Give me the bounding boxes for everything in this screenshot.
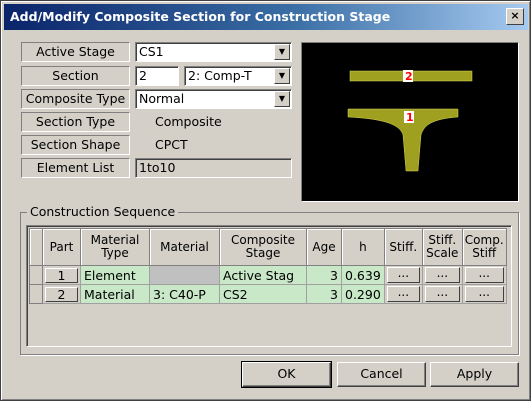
element-list-input[interactable]: 1to10 <box>135 158 292 178</box>
material-cell[interactable] <box>149 265 220 285</box>
column-header[interactable]: Stiff. Scale <box>421 228 463 266</box>
column-header[interactable]: Material <box>149 228 220 266</box>
column-header[interactable]: h <box>341 228 385 266</box>
chevron-down-icon[interactable]: ▼ <box>274 44 290 60</box>
material-type-cell[interactable]: Element <box>80 265 150 285</box>
element-list-label: Element List <box>21 158 130 178</box>
section-shape-drawing: 2 1 <box>347 70 473 172</box>
section-type-label: Section Type <box>21 112 130 132</box>
column-header[interactable]: Age <box>306 228 342 266</box>
ok-button[interactable]: OK <box>241 361 332 388</box>
section-dropdown[interactable]: 2: Comp-T ▼ <box>184 66 292 86</box>
composite-type-dropdown[interactable]: Normal ▼ <box>135 89 292 109</box>
chevron-down-icon[interactable]: ▼ <box>274 91 290 107</box>
girder-label: 1 <box>406 111 414 124</box>
table-row[interactable]: 1 Element Active Stag 3 0.639 ... ... ..… <box>29 265 507 285</box>
row-header-corner <box>29 228 43 266</box>
row-selector[interactable] <box>29 265 43 285</box>
part-number: 1 <box>45 267 78 283</box>
dialog-title: Add/Modify Composite Section for Constru… <box>10 9 391 24</box>
section-label: Section <box>21 66 130 86</box>
apply-button[interactable]: Apply <box>430 362 519 387</box>
h-cell[interactable]: 0.290 <box>341 284 385 304</box>
stiff-cell: ... <box>383 265 423 285</box>
part-cell[interactable]: 1 <box>42 265 81 285</box>
stiff-scale-cell: ... <box>421 284 463 304</box>
age-cell[interactable]: 3 <box>306 265 342 285</box>
active-stage-value: CS1 <box>139 44 164 59</box>
close-button[interactable]: × <box>506 8 524 25</box>
composite-stage-cell[interactable]: Active Stag <box>219 265 307 285</box>
title-bar[interactable]: Add/Modify Composite Section for Constru… <box>4 4 528 30</box>
h-cell[interactable]: 0.639 <box>341 265 385 285</box>
comp-stiff-cell: ... <box>461 265 507 285</box>
chevron-down-icon[interactable]: ▼ <box>274 68 290 84</box>
section-shape-label: Section Shape <box>21 135 130 155</box>
column-header[interactable]: Composite Stage <box>219 228 307 266</box>
table-header-row: Part Material Type Material Composite Stag… <box>29 228 507 266</box>
comp-stiff-cell: ... <box>461 284 507 304</box>
row-selector[interactable] <box>29 284 43 304</box>
column-header[interactable]: Part <box>42 228 81 266</box>
column-header[interactable]: Comp. Stiff <box>461 228 507 266</box>
section-type-value: Composite <box>155 114 222 129</box>
section-shape-value: CPCT <box>155 137 188 152</box>
construction-sequence-grid[interactable]: Part Material Type Material Composite Stag… <box>26 225 512 347</box>
table-row[interactable]: 2 Material 3: C40-P CS2 3 0.290 ... ... … <box>29 284 507 304</box>
active-stage-dropdown[interactable]: CS1 ▼ <box>135 42 292 62</box>
material-type-cell[interactable]: Material <box>80 284 150 304</box>
close-icon: × <box>510 9 520 22</box>
section-value: 2: Comp-T <box>188 68 252 83</box>
stiff-scale-cell: ... <box>421 265 463 285</box>
sequence-table: Part Material Type Material Composite Stag… <box>29 228 507 304</box>
stiff-button[interactable]: ... <box>386 267 420 283</box>
material-cell[interactable]: 3: C40-P <box>149 284 220 304</box>
construction-sequence-title: Construction Sequence <box>27 204 179 220</box>
stiff-cell: ... <box>383 284 423 304</box>
stiff-scale-button[interactable]: ... <box>424 286 460 302</box>
stiff-scale-button[interactable]: ... <box>424 267 460 283</box>
composite-type-value: Normal <box>139 91 185 106</box>
column-header[interactable]: Stiff. <box>383 228 423 266</box>
slab-label: 2 <box>405 70 413 83</box>
column-header[interactable]: Material Type <box>80 228 150 266</box>
part-number: 2 <box>45 286 78 302</box>
part-cell[interactable]: 2 <box>42 284 81 304</box>
cancel-button[interactable]: Cancel <box>337 362 426 387</box>
composite-stage-cell[interactable]: CS2 <box>219 284 307 304</box>
comp-stiff-button[interactable]: ... <box>464 286 504 302</box>
composite-type-label: Composite Type <box>21 89 130 109</box>
section-number-input[interactable]: 2 <box>135 66 179 86</box>
active-stage-label: Active Stage <box>21 42 130 62</box>
dialog-window: Add/Modify Composite Section for Constru… <box>0 0 531 401</box>
comp-stiff-button[interactable]: ... <box>464 267 504 283</box>
girder-shape <box>347 108 459 172</box>
stiff-button[interactable]: ... <box>386 286 420 302</box>
section-preview: 2 1 <box>301 42 519 202</box>
age-cell[interactable]: 3 <box>306 284 342 304</box>
